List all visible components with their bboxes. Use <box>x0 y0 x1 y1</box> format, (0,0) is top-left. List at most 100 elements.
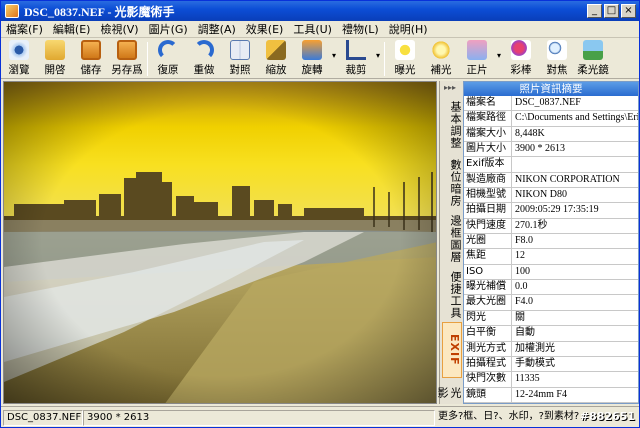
undo-button[interactable]: 復原 <box>150 39 186 79</box>
minimize-button[interactable]: _ <box>587 4 602 18</box>
info-row: 製造廠商 NIKON CORPORATION <box>464 172 638 189</box>
focus-button[interactable]: 對焦 <box>539 39 575 79</box>
info-key: 製造廠商 <box>464 172 512 188</box>
info-key: ISO <box>464 264 512 280</box>
browse-button[interactable]: 瀏覽 <box>1 39 37 79</box>
info-value: 12 <box>515 250 525 262</box>
zoom-button[interactable]: 縮放 <box>258 39 294 79</box>
info-key: 檔案路徑 <box>464 111 512 126</box>
open-button[interactable]: 開啓 <box>37 39 73 79</box>
fill-light-button[interactable]: 補光 <box>423 39 459 79</box>
info-row: 閃光關 <box>464 310 638 327</box>
info-key: 快門速度 <box>464 218 512 234</box>
tab-quick-tools[interactable]: 便捷工具 <box>442 271 462 319</box>
panel-title: 照片資訊摘要 <box>464 82 638 96</box>
magnifier-icon <box>547 40 567 60</box>
info-key: 焦距 <box>464 249 512 264</box>
info-key: 相機型號 <box>464 188 512 203</box>
menu-bar: 檔案(F) 編輯(E) 檢視(V) 圖片(G) 調整(A) 效果(E) 工具(U… <box>1 21 639 38</box>
info-row: 相機型號 NIKON D80 <box>464 188 638 204</box>
save-as-button[interactable]: 另存爲 <box>109 39 145 79</box>
floppy-icon <box>81 40 101 60</box>
film-dropdown-icon[interactable]: ▾ <box>495 51 503 60</box>
info-row: 檔案路徑 C:\Documents and Settings\Eric\ <box>464 111 638 127</box>
status-image-size: 3900 * 2613 <box>83 409 435 426</box>
exposure-button[interactable]: 曝光 <box>387 39 423 79</box>
compare-button[interactable]: 對照 <box>222 39 258 79</box>
info-value: NIKON CORPORATION <box>515 173 620 185</box>
info-row: 圖片大小 3900 * 2613 <box>464 142 638 158</box>
info-row: 鏡頭 12-24mm F4 <box>464 387 638 403</box>
info-value: 2009:05:29 17:35:19 <box>515 204 599 216</box>
info-row: 拍攝程式 手動模式 <box>464 356 638 373</box>
info-value: F4.0 <box>515 296 534 308</box>
toolbar-separator <box>147 42 148 76</box>
redo-arrow-icon <box>194 40 214 60</box>
info-value: 12-24mm F4 <box>515 388 567 400</box>
close-button[interactable]: × <box>621 4 636 18</box>
info-row: 檔案名 DSC_0837.NEF <box>464 96 638 112</box>
info-key: 檔案名 <box>464 96 512 111</box>
info-key: 拍攝日期 <box>464 203 512 218</box>
info-row: 曝光補償 0.0 <box>464 280 638 296</box>
info-value: 自動 <box>515 327 535 339</box>
crop-dropdown-icon[interactable]: ▾ <box>374 51 382 60</box>
image-viewer[interactable] <box>3 81 437 404</box>
menu-tools[interactable]: 工具(U) <box>288 21 337 37</box>
info-value: 100 <box>515 265 530 277</box>
title-bar[interactable]: DSC_0837.NEF - 光影魔術手 _ □ × <box>1 1 639 21</box>
menu-gifts[interactable]: 禮物(L) <box>337 21 384 37</box>
save-button[interactable]: 儲存 <box>73 39 109 79</box>
menu-file[interactable]: 檔案(F) <box>1 21 48 37</box>
info-key: Exif版本 <box>464 157 512 172</box>
sun-icon <box>395 40 415 60</box>
info-row: 最大光圈 F4.0 <box>464 295 638 311</box>
info-key: 快門次數 <box>464 372 512 387</box>
menu-adjust[interactable]: 調整(A) <box>193 21 241 37</box>
maximize-button[interactable]: □ <box>604 4 619 18</box>
collapse-arrows-icon[interactable]: ▸▸▸ <box>444 83 456 92</box>
menu-effects[interactable]: 效果(E) <box>241 21 289 37</box>
resize-icon <box>266 40 286 60</box>
redo-button[interactable]: 重做 <box>186 39 222 79</box>
color-pencil-button[interactable]: 彩棒 <box>503 39 539 79</box>
menu-edit[interactable]: 編輯(E) <box>48 21 96 37</box>
floppy-edit-icon <box>117 40 137 60</box>
magnifier-color-icon <box>511 40 531 60</box>
info-key: 白平衡 <box>464 326 512 341</box>
tab-digital-darkroom[interactable]: 數位暗房 <box>442 159 462 207</box>
rotate-dropdown-icon[interactable]: ▾ <box>330 51 338 60</box>
compare-icon <box>230 40 250 60</box>
info-row: Exif版本 <box>464 157 638 173</box>
tab-exif[interactable]: EXIF <box>442 322 462 378</box>
film-button[interactable]: 正片 <box>459 39 495 79</box>
info-value: 加權測光 <box>515 342 555 354</box>
info-value: 8,448K <box>515 127 545 139</box>
menu-help[interactable]: 說明(H) <box>384 21 433 37</box>
crop-button[interactable]: 裁剪 <box>338 39 374 79</box>
info-value: NIKON D80 <box>515 189 567 201</box>
menu-image[interactable]: 圖片(G) <box>144 21 193 37</box>
folder-icon <box>45 40 65 60</box>
info-value: 11335 <box>515 373 540 385</box>
toolbar-separator <box>384 42 385 76</box>
info-value: 手動模式 <box>515 357 555 369</box>
info-key: 最大光圈 <box>464 295 512 310</box>
bulb-icon <box>431 40 451 60</box>
app-window: DSC_0837.NEF - 光影魔術手 _ □ × 檔案(F) 編輯(E) 檢… <box>0 0 640 428</box>
info-value: 3900 * 2613 <box>515 143 565 155</box>
tab-basic-adjust[interactable]: 基本調整 <box>442 101 462 149</box>
info-value: C:\Documents and Settings\Eric\ <box>515 112 638 124</box>
info-row: 快門速度 270.1秒 <box>464 218 638 235</box>
rotate-icon <box>302 40 322 60</box>
menu-view[interactable]: 檢視(V) <box>95 21 143 37</box>
info-row: 白平衡 自動 <box>464 326 638 342</box>
rotate-button[interactable]: 旋轉 <box>294 39 330 79</box>
tab-frame-layer[interactable]: 邊框圖層 <box>442 215 462 263</box>
side-tabs: ▸▸▸ 基本調整 數位暗房 邊框圖層 便捷工具 EXIF 光影 <box>436 81 463 404</box>
status-bar: DSC_0837.NEF 3900 * 2613 更多?框、日?、水印，?到素材… <box>1 406 639 428</box>
tab-light-shadow[interactable]: 光影 <box>436 381 462 404</box>
info-value <box>512 157 638 171</box>
soft-focus-button[interactable]: 柔光鏡 <box>575 39 611 79</box>
photo-icon <box>467 40 487 60</box>
